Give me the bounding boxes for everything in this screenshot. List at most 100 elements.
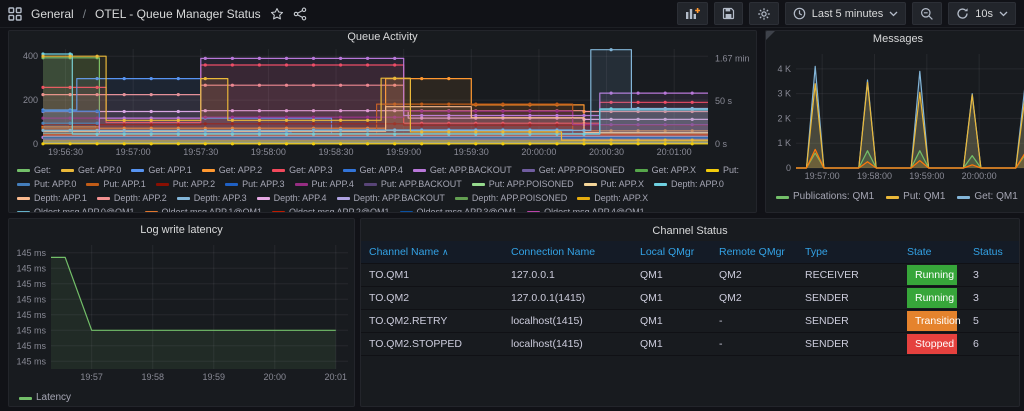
- svg-text:0: 0: [33, 139, 38, 149]
- add-panel-button[interactable]: [676, 2, 708, 25]
- breadcrumb-separator: /: [82, 6, 87, 21]
- panel-title-channel-status[interactable]: Channel Status: [361, 219, 1019, 241]
- legend-item[interactable]: Put: APP.1: [86, 178, 146, 190]
- time-range-picker[interactable]: Last 5 minutes: [784, 2, 907, 25]
- refresh-button[interactable]: 10s: [948, 2, 1016, 25]
- legend-item[interactable]: Put: APP.3: [225, 178, 285, 190]
- table-cell: QM2: [711, 263, 797, 287]
- panel-title-queue-activity[interactable]: Queue Activity: [9, 31, 756, 44]
- log-latency-legend: Latency: [9, 390, 354, 406]
- column-header-status[interactable]: Status: [965, 241, 1019, 264]
- dashboard-title[interactable]: OTEL - Queue Manager Status: [95, 7, 261, 21]
- legend-item[interactable]: Oldest msg APP.2@QM1: [272, 206, 390, 212]
- legend-item[interactable]: Put: APP.POISONED: [471, 178, 574, 190]
- svg-text:19:59:30: 19:59:30: [454, 147, 489, 157]
- messages-chart[interactable]: 19:57:00 19:58:00 19:59:00 20:00:00 0 1 K 2 K 3…: [766, 46, 1024, 189]
- queue-activity-chart[interactable]: 19:56:30 19:57:00 19:57:30 19:58:00 19:58:30…: [9, 44, 756, 163]
- legend-item[interactable]: Put: APP.X: [583, 178, 644, 190]
- table-cell: QM1: [632, 286, 711, 310]
- column-header-state[interactable]: State: [899, 241, 965, 264]
- legend-item[interactable]: Depth: APP.0: [654, 178, 724, 190]
- column-header-local-qmgr[interactable]: Local QMgr: [632, 241, 711, 264]
- table-cell: -: [711, 332, 797, 356]
- table-cell: TO.QM2.RETRY: [361, 309, 503, 333]
- legend-item[interactable]: Put: QM1: [886, 191, 945, 203]
- svg-text:145 ms: 145 ms: [16, 341, 46, 351]
- column-header-channel-name[interactable]: Channel Name ∧: [361, 241, 503, 264]
- legend-item[interactable]: Publications: QM1: [776, 191, 874, 203]
- legend-item[interactable]: Get: APP.1: [131, 164, 192, 176]
- table-row: TO.QM2.STOPPED localhost(1415) QM1- SENDER S…: [361, 332, 1019, 356]
- chevron-down-icon: [999, 11, 1008, 16]
- chevron-down-icon: [889, 11, 898, 16]
- svg-text:145 ms: 145 ms: [16, 279, 46, 289]
- table-cell: SENDER: [797, 332, 899, 356]
- sort-asc-icon: ∧: [442, 247, 449, 257]
- table-cell-status: 6: [965, 332, 1019, 356]
- breadcrumb-root[interactable]: General: [31, 7, 74, 21]
- svg-text:20:00:00: 20:00:00: [521, 147, 556, 157]
- legend-item[interactable]: Latency: [19, 392, 71, 404]
- legend-item[interactable]: Get: APP.4: [342, 164, 403, 176]
- legend-item[interactable]: Depth: APP.BACKOUT: [336, 192, 445, 204]
- table-cell: QM1: [632, 309, 711, 333]
- messages-legend: Publications: QM1Put: QM1Get: QM1Browse …: [766, 189, 1024, 205]
- table-cell: RECEIVER: [797, 263, 899, 287]
- legend-item[interactable]: Depth: APP.4: [256, 192, 327, 204]
- dashboard-settings-button[interactable]: [748, 2, 779, 25]
- legend-item[interactable]: Get: APP.X: [634, 164, 696, 176]
- legend-item[interactable]: Oldest msg APP.4@QM1: [527, 206, 645, 212]
- table-cell: QM2: [711, 286, 797, 310]
- table-cell: -: [711, 309, 797, 333]
- legend-item[interactable]: Put: APP.0: [17, 178, 76, 190]
- svg-text:19:58:00: 19:58:00: [857, 171, 892, 181]
- legend-item[interactable]: Oldest msg APP.0@QM1: [17, 206, 135, 212]
- legend-item[interactable]: Put: APP.BACKOUT: [363, 178, 462, 190]
- legend-item[interactable]: Get: APP.0: [61, 164, 121, 176]
- legend-item[interactable]: Get: APP.POISONED: [521, 164, 625, 176]
- table-cell-state: Stopped: [899, 332, 965, 356]
- legend-item[interactable]: Get:: [17, 164, 51, 176]
- legend-item[interactable]: Get: APP.3: [272, 164, 333, 176]
- column-header-connection-name[interactable]: Connection Name: [503, 241, 632, 264]
- svg-text:19:57:00: 19:57:00: [116, 147, 151, 157]
- legend-item[interactable]: Put: APP.4: [294, 178, 354, 190]
- table-cell-status: 5: [965, 309, 1019, 333]
- legend-item[interactable]: Put:: [706, 164, 739, 176]
- svg-text:145 ms: 145 ms: [16, 294, 46, 304]
- apps-grid-icon[interactable]: [8, 6, 22, 21]
- zoom-out-button[interactable]: [912, 2, 943, 25]
- svg-text:19:57:00: 19:57:00: [805, 171, 840, 181]
- svg-text:4 K: 4 K: [777, 64, 791, 74]
- table-cell: TO.QM1: [361, 263, 503, 287]
- legend-item[interactable]: Oldest msg APP.1@QM1: [144, 206, 262, 212]
- legend-item[interactable]: Get: APP.2: [201, 164, 262, 176]
- svg-text:19:56:30: 19:56:30: [48, 147, 83, 157]
- svg-text:1.67 min: 1.67 min: [715, 53, 750, 63]
- panel-info-corner-icon[interactable]: [766, 31, 775, 40]
- column-header-type[interactable]: Type: [797, 241, 899, 264]
- table-cell: localhost(1415): [503, 332, 632, 356]
- table-cell-state: Transition: [899, 309, 965, 333]
- legend-item[interactable]: Oldest msg APP.3@QM1: [399, 206, 517, 212]
- svg-text:3 K: 3 K: [777, 89, 791, 99]
- panel-title-log-write-latency[interactable]: Log write latency: [9, 219, 354, 239]
- legend-item[interactable]: Get: APP.BACKOUT: [412, 164, 512, 176]
- column-header-remote-qmgr[interactable]: Remote QMgr: [711, 241, 797, 264]
- share-icon[interactable]: [293, 7, 307, 21]
- svg-text:145 ms: 145 ms: [16, 356, 46, 366]
- legend-item[interactable]: Depth: APP.X: [577, 192, 648, 204]
- refresh-interval-label: 10s: [975, 7, 993, 20]
- legend-item[interactable]: Get: QM1: [957, 191, 1018, 203]
- save-dashboard-button[interactable]: [713, 2, 743, 25]
- legend-item[interactable]: Depth: APP.2: [96, 192, 167, 204]
- legend-item[interactable]: Depth: APP.POISONED: [454, 192, 567, 204]
- legend-item[interactable]: Depth: APP.3: [176, 192, 247, 204]
- legend-item[interactable]: Depth: APP.1: [17, 192, 87, 204]
- panel-title-messages[interactable]: Messages: [766, 31, 1024, 46]
- star-icon[interactable]: [270, 7, 284, 21]
- svg-text:2 K: 2 K: [777, 113, 791, 123]
- svg-text:20:01:00: 20:01:00: [657, 147, 692, 157]
- log-write-latency-chart[interactable]: 19:57 19:58 19:59 20:00 20:01 145 ms 145 ms 145…: [9, 239, 354, 390]
- legend-item[interactable]: Put: APP.2: [155, 178, 215, 190]
